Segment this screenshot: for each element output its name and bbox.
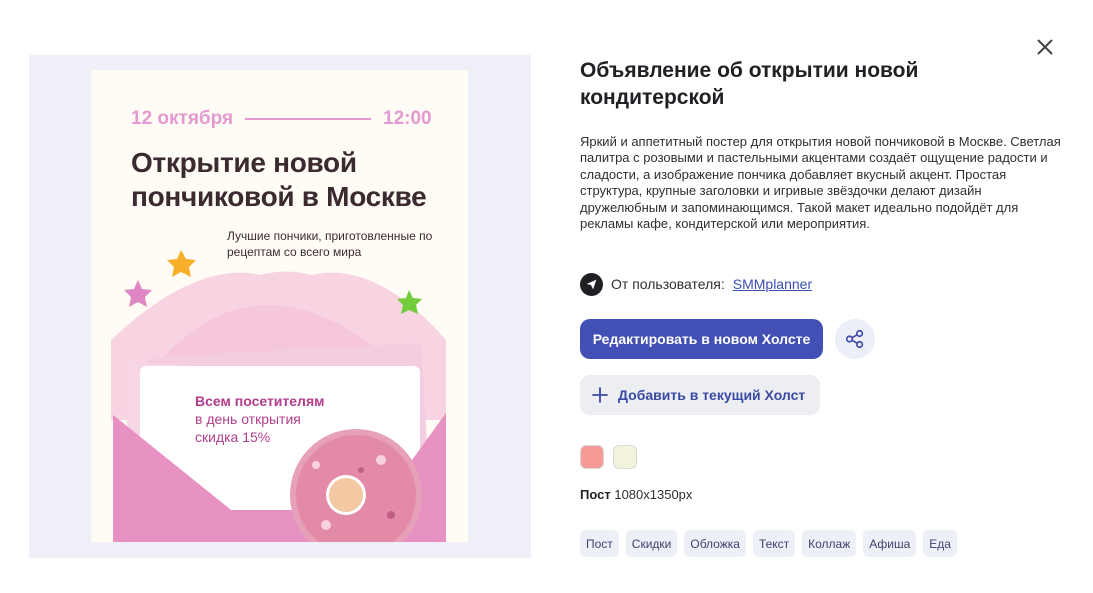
tag-chip[interactable]: Скидки bbox=[625, 530, 678, 557]
tag-chip[interactable]: Пост bbox=[580, 530, 619, 557]
tag-chip[interactable]: Обложка bbox=[684, 530, 746, 557]
poster-card-line: скидка 15% bbox=[195, 429, 271, 445]
template-title: Объявление об открытии новой кондитерско… bbox=[580, 59, 919, 109]
edit-in-new-canvas-button[interactable]: Редактировать в новом Холсте bbox=[580, 319, 823, 359]
author-link[interactable]: SMMplanner bbox=[733, 276, 812, 292]
poster-title: Открытие новой пончиковой в Москве bbox=[131, 147, 427, 212]
poster-card-text: Всем посетителям в день открытия скидка … bbox=[195, 392, 395, 446]
format-label: Пост bbox=[580, 487, 611, 502]
poster-date: 12 октября bbox=[131, 108, 234, 129]
share-icon bbox=[845, 329, 864, 349]
add-to-current-canvas-button[interactable]: Добавить в текущий Холст bbox=[580, 375, 820, 415]
color-swatch-cream[interactable] bbox=[613, 445, 637, 469]
add-button-label: Добавить в текущий Холст bbox=[618, 387, 806, 403]
tag-chip[interactable]: Коллаж bbox=[802, 530, 857, 557]
poster-card-headline: Всем посетителям bbox=[195, 393, 325, 409]
close-button[interactable] bbox=[1033, 35, 1057, 59]
poster-subtitle: Лучшие пончики, приготовленные по рецепт… bbox=[227, 229, 433, 259]
author-row: От пользователя: SMMplanner bbox=[580, 272, 812, 296]
tag-chip[interactable]: Афиша bbox=[863, 530, 917, 557]
color-swatch-pink[interactable] bbox=[580, 445, 604, 469]
share-button[interactable] bbox=[835, 319, 875, 359]
poster-divider bbox=[245, 118, 371, 120]
poster-time: 12:00 bbox=[383, 108, 432, 129]
tag-list: Пост Скидки Обложка Текст Коллаж Афиша Е… bbox=[580, 530, 957, 557]
tag-chip[interactable]: Еда bbox=[923, 530, 957, 557]
poster-card-line: в день открытия bbox=[195, 411, 301, 427]
template-description: Яркий и аппетитный постер для открытия н… bbox=[580, 134, 1061, 232]
format-info: Пост 1080x1350px bbox=[580, 487, 692, 502]
template-preview: 12 октября 12:00 Открытие новой пончиков… bbox=[29, 55, 531, 558]
plus-icon bbox=[592, 387, 608, 403]
poster-image: 12 октября 12:00 Открытие новой пончиков… bbox=[91, 70, 468, 542]
template-modal: 12 октября 12:00 Открытие новой пончиков… bbox=[0, 0, 1093, 593]
telegram-icon bbox=[580, 272, 603, 296]
color-swatches bbox=[580, 445, 637, 469]
format-size: 1080x1350px bbox=[614, 487, 693, 502]
tag-chip[interactable]: Текст bbox=[752, 530, 796, 557]
poster-artwork bbox=[111, 250, 446, 542]
author-prefix: От пользователя: bbox=[611, 276, 725, 292]
close-icon bbox=[1037, 39, 1053, 55]
